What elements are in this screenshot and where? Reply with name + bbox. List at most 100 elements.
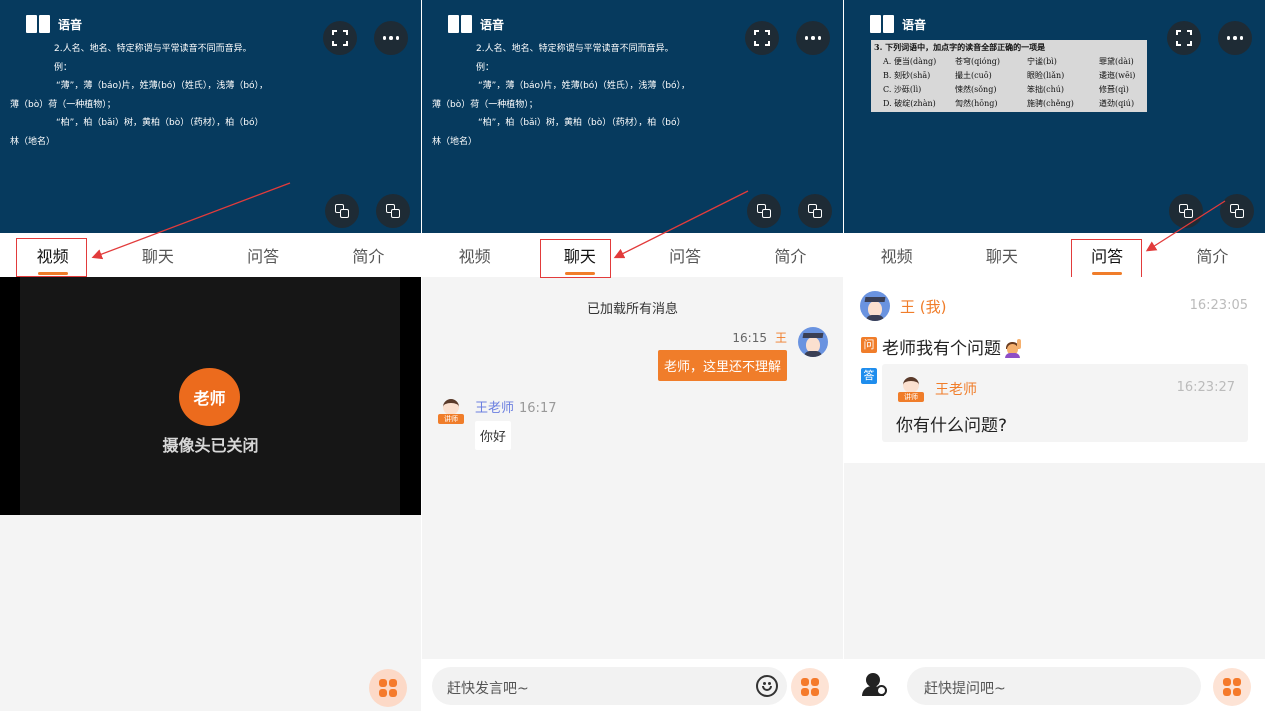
quiz-row: B. 刻砂(shā) 撮土(cuō) 眼睑(liǎn) 逶迤(wēi) — [883, 70, 1171, 81]
copy-button[interactable] — [325, 194, 359, 228]
slide-text: 2.人名、地名、特定称谓与平常读音不同而音异。 例： “薄”，薄（báo)片，姓… — [10, 40, 300, 151]
lecturer-badge: 讲师 — [898, 392, 924, 402]
quiz-image: 3. 下列词语中，加点字的读音全部正确的一项是 A. 便当(dàng) 苍穹(qi… — [871, 40, 1147, 112]
my-message-time: 16:15 — [732, 331, 767, 345]
quiz-cell: B. 刻砂(shā) — [883, 71, 931, 80]
slide-title: 语音 — [58, 17, 83, 32]
my-name: 王 — [774, 331, 787, 345]
slide-area: 语音 3. 下列词语中，加点字的读音全部正确的一项是 A. 便当(dàng) 苍穹… — [844, 0, 1265, 233]
loaded-notice: 已加载所有消息 — [586, 302, 678, 317]
slide-header: 语音 — [870, 14, 926, 34]
asker-name: 王 (我) — [900, 298, 947, 316]
screen-share-button[interactable] — [1220, 194, 1254, 228]
question-label: 老师我有个问题 — [882, 339, 1001, 359]
panel-chat: 语音 2.人名、地名、特定称谓与平常读音不同而音异。 例： “薄”，薄（báo)… — [422, 0, 843, 711]
ask-time: 16:23:05 — [1189, 298, 1248, 313]
quiz-cell: A. 便当(dàng) — [883, 57, 937, 66]
more-icon — [1226, 36, 1244, 40]
highlight-box — [540, 239, 611, 278]
tab-qa[interactable]: 问答 — [633, 233, 738, 277]
quiz-cell: 施骋(chěng) — [1027, 99, 1074, 108]
more-button[interactable] — [374, 21, 408, 55]
slide-line: 薄（bò）荷（一种植物）； — [432, 99, 538, 110]
quiz-row: C. 沙砾(lì) 悚然(sǒng) 笨拙(chú) 修葺(qì) — [883, 84, 1171, 95]
fullscreen-button[interactable] — [323, 21, 357, 55]
emoji-icon[interactable] — [756, 675, 778, 697]
question-badge: 问 — [861, 337, 877, 353]
tab-intro[interactable]: 简介 — [738, 233, 843, 277]
apps-button[interactable] — [1213, 668, 1251, 706]
slide-area: 语音 2.人名、地名、特定称谓与平常读音不同而音异。 例： “薄”，薄（báo)… — [0, 0, 421, 233]
my-message-meta: 16:15 王 — [732, 329, 787, 346]
slide-title: 语音 — [902, 17, 927, 32]
student-avatar — [798, 327, 828, 357]
apps-button[interactable] — [369, 669, 407, 707]
fullscreen-button[interactable] — [1167, 21, 1201, 55]
slide-line: “薄”，薄（báo)片，姓薄(bó)（姓氏），浅薄（bó）， — [478, 81, 691, 91]
quiz-cell: 訇然(hōng) — [955, 99, 998, 108]
slide-area: 语音 2.人名、地名、特定称谓与平常读音不同而音异。 例： “薄”，薄（báo)… — [422, 0, 843, 233]
teacher-message-meta: 王老师 16:17 — [475, 397, 556, 416]
quiz-cell: 修葺(qì) — [1099, 85, 1129, 94]
quiz-cell: 笨拙(chú) — [1027, 85, 1065, 94]
highlight-box — [16, 238, 87, 277]
quiz-row: D. 破绽(zhàn) 訇然(hōng) 施骋(chěng) 遒劲(qiú) — [883, 98, 1171, 109]
screen-share-button[interactable] — [376, 194, 410, 228]
panel-qa: 语音 3. 下列词语中，加点字的读音全部正确的一项是 A. 便当(dàng) 苍穹… — [844, 0, 1265, 711]
teacher-message-bubble: 你好 — [475, 421, 512, 450]
copy-button[interactable] — [1169, 194, 1203, 228]
question-input[interactable]: 赶快提问吧~ — [907, 667, 1201, 705]
fullscreen-button[interactable] — [745, 21, 779, 55]
screen-share-icon — [808, 204, 822, 218]
panel-video: 语音 2.人名、地名、特定称谓与平常读音不同而音异。 例： “薄”，薄（báo)… — [0, 0, 421, 711]
slide-header: 语音 — [26, 14, 82, 34]
more-icon — [382, 36, 400, 40]
slide-line: 林（地名） — [10, 136, 56, 147]
slide-text: 2.人名、地名、特定称谓与平常读音不同而音异。 例： “薄”，薄（báo)片，姓… — [432, 40, 722, 151]
chat-input[interactable]: 赶快发言吧~ — [432, 667, 787, 705]
book-icon — [870, 15, 894, 33]
tab-chat[interactable]: 聊天 — [949, 233, 1054, 277]
quiz-cell: C. 沙砾(lì) — [883, 85, 922, 94]
fullscreen-icon — [754, 30, 770, 46]
tab-qa[interactable]: 问答 — [211, 233, 316, 277]
book-icon — [448, 15, 472, 33]
slide-header: 语音 — [448, 14, 504, 34]
tab-intro[interactable]: 简介 — [316, 233, 421, 277]
slide-line: 2.人名、地名、特定称谓与平常读音不同而音异。 — [476, 44, 674, 54]
answerer-name: 王老师 — [935, 382, 977, 398]
teacher-avatar: 讲师 — [436, 397, 466, 427]
apps-icon — [801, 678, 819, 696]
answer-text: 你有什么问题? — [896, 416, 1008, 436]
slide-line: 薄（bò）荷（一种植物）； — [10, 99, 116, 110]
tab-intro[interactable]: 简介 — [1160, 233, 1265, 277]
slide-line: 例： — [476, 62, 495, 73]
quiz-row: A. 便当(dàng) 苍穹(qióng) 宁谧(bì) 罪黛(dài) — [883, 56, 1171, 67]
quiz-cell: 遒劲(qiú) — [1099, 99, 1135, 108]
more-button[interactable] — [1218, 21, 1252, 55]
teacher-message-time: 16:17 — [519, 401, 557, 416]
tab-video[interactable]: 视频 — [844, 233, 949, 277]
screen-share-icon — [1230, 204, 1244, 218]
question-input-placeholder: 赶快提问吧~ — [924, 681, 1006, 697]
screenshot-triptych: 语音 2.人名、地名、特定称谓与平常读音不同而音异。 例： “薄”，薄（báo)… — [0, 0, 1265, 711]
quiz-cell: 罪黛(dài) — [1099, 57, 1134, 66]
quiz-cell: 撮土(cuō) — [955, 71, 992, 80]
tab-chat[interactable]: 聊天 — [105, 233, 210, 277]
student-avatar — [860, 291, 890, 321]
more-button[interactable] — [796, 21, 830, 55]
my-message-bubble: 老师，这里还不理解 — [657, 350, 787, 381]
quiz-cell: D. 破绽(zhàn) — [883, 99, 936, 108]
screen-share-button[interactable] — [798, 194, 832, 228]
apps-button[interactable] — [791, 668, 829, 706]
anonymous-icon[interactable] — [862, 671, 888, 697]
tab-bar: 视频 聊天 问答 简介 — [844, 233, 1265, 277]
slide-line: 例： — [54, 62, 73, 73]
tab-video[interactable]: 视频 — [422, 233, 527, 277]
quiz-title: 3. 下列词语中，加点字的读音全部正确的一项是 — [874, 42, 1046, 52]
chat-input-placeholder: 赶快发言吧~ — [447, 681, 529, 697]
copy-button[interactable] — [747, 194, 781, 228]
lecturer-badge: 讲师 — [438, 414, 464, 424]
copy-icon — [1179, 204, 1193, 218]
fullscreen-icon — [1176, 30, 1192, 46]
